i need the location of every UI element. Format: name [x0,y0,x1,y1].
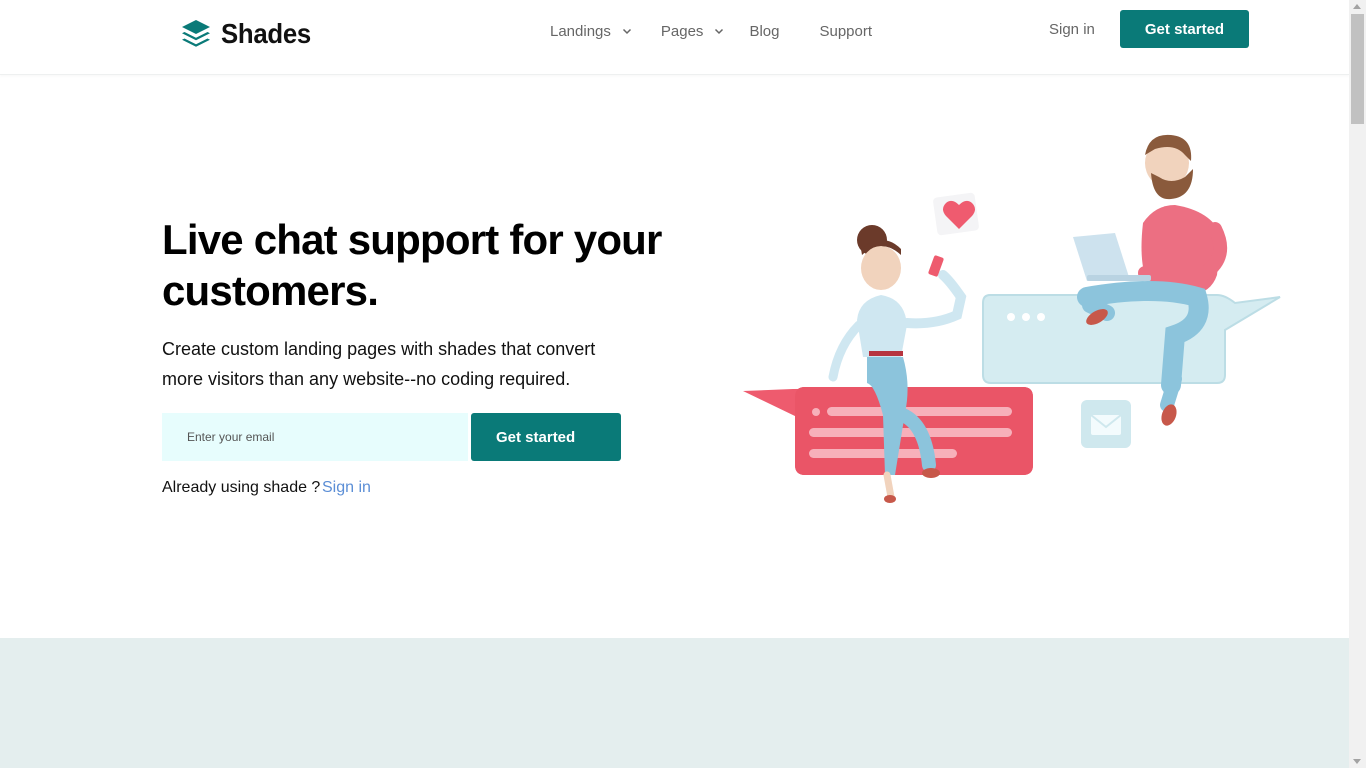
vertical-scrollbar[interactable] [1349,0,1366,768]
email-input[interactable] [162,413,468,461]
envelope-icon [1081,400,1131,448]
nav-item-support[interactable]: Support [819,20,872,42]
nav-item-label: Pages [660,22,704,40]
hero-get-started-button[interactable]: Get started [471,413,621,461]
nav-item-pages[interactable]: Pages [661,20,726,42]
heart-card-icon [933,192,979,236]
site-header: Shades Landings Pages Blog Support Sign … [0,0,1349,75]
scroll-down-arrow-icon[interactable] [1353,759,1361,764]
nav-item-label: Blog [749,22,780,40]
blue-chat-bubble-icon [982,294,1281,384]
nav-item-landings[interactable]: Landings [550,20,633,42]
chat-support-illustration [743,134,1281,503]
hero-title: Live chat support for your customers. [162,216,662,314]
layers-logo-icon [182,20,210,47]
nav-item-blog[interactable]: Blog [749,20,779,42]
header-get-started-button[interactable]: Get started [1120,10,1249,48]
nav-item-label: Support [819,22,873,40]
header-sign-in-link[interactable]: Sign in [1049,21,1095,38]
scroll-up-arrow-icon[interactable] [1353,4,1361,9]
already-using-text: Already using shade ? [162,479,321,496]
hero-sign-in-link[interactable]: Sign in [322,479,371,497]
scroll-thumb[interactable] [1351,14,1364,124]
logo[interactable]: Shades [180,18,319,50]
chevron-down-icon [715,28,724,35]
section-band [0,638,1349,768]
brand-name: Shades [221,18,311,49]
nav-item-label: Landings [550,22,611,40]
main-nav: Landings Pages Blog Support [550,20,872,42]
chevron-down-icon [622,28,631,35]
hero-subtitle: Create custom landing pages with shades … [162,339,596,389]
